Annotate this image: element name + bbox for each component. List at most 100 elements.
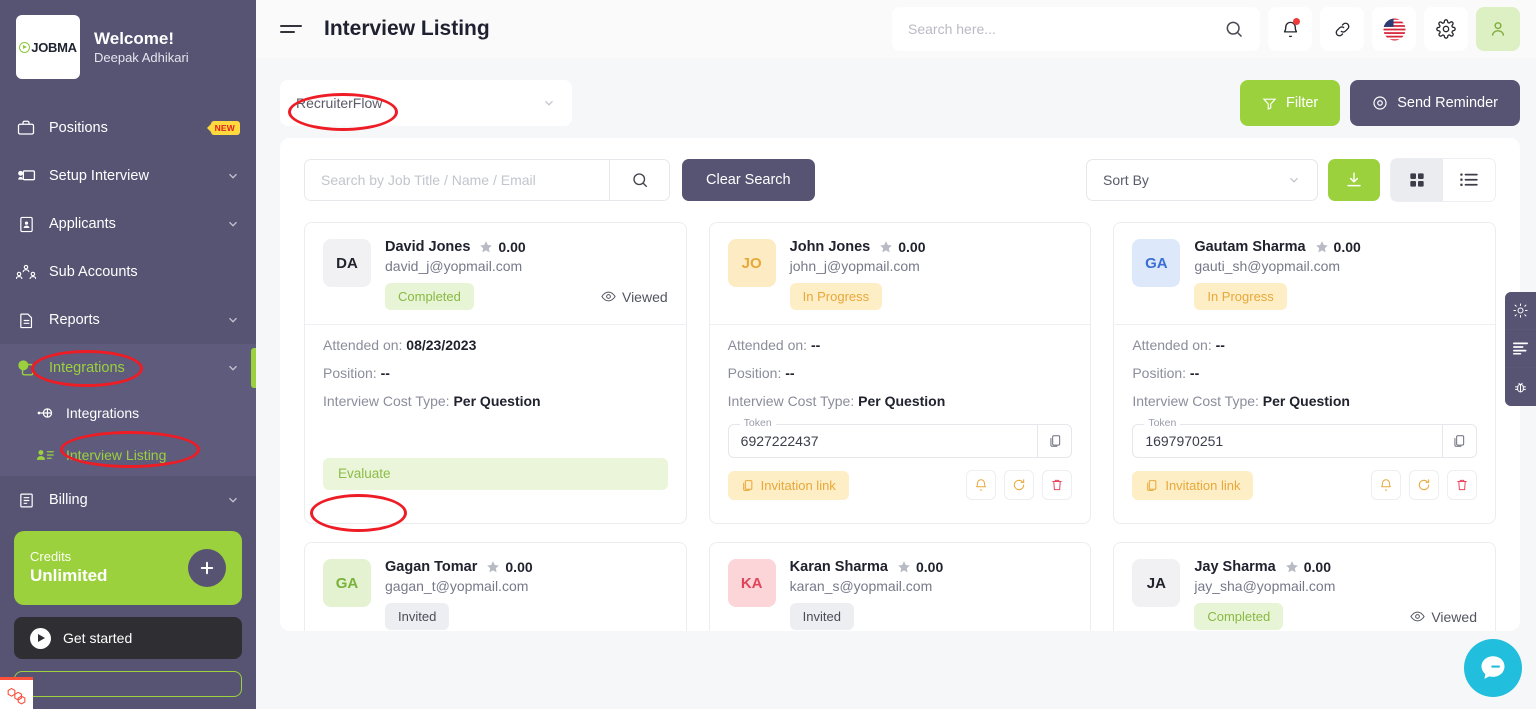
link-button[interactable] (1320, 7, 1364, 51)
token-value: 6927222437 (740, 433, 819, 449)
layout-lines-icon (1513, 342, 1528, 355)
resend-button[interactable] (1408, 470, 1439, 500)
sidebar-item-reports[interactable]: Reports (0, 296, 256, 344)
delete-button[interactable] (1446, 470, 1477, 500)
token-field[interactable]: Token 6927222437 (727, 418, 1073, 458)
interview-card[interactable]: GA Gagan Tomar 0.00 gagan_t@yopmail.com … (304, 542, 687, 631)
get-started-button[interactable]: Get started (14, 617, 242, 659)
download-button[interactable] (1328, 159, 1380, 201)
sidebar-item-label: Billing (49, 492, 88, 508)
sidebar-item-applicants[interactable]: Applicants (0, 200, 256, 248)
remind-button[interactable] (1370, 470, 1401, 500)
plug-icon (36, 404, 54, 422)
credits-card[interactable]: Credits Unlimited (14, 531, 242, 605)
right-side-rail (1505, 292, 1536, 406)
interview-card[interactable]: KA Karan Sharma 0.00 karan_s@yopmail.com… (708, 542, 1092, 631)
token-label: Token (1144, 418, 1181, 429)
clear-search-button[interactable]: Clear Search (682, 159, 815, 201)
grid-view-icon (1410, 173, 1424, 187)
sort-by-value: Sort By (1103, 172, 1149, 188)
grid-view-button[interactable] (1391, 159, 1443, 201)
listing-search-button[interactable] (609, 160, 669, 200)
candidate-name: John Jones (789, 239, 871, 255)
invitation-link-button[interactable]: Invitation link (727, 470, 849, 500)
star-icon (898, 561, 910, 573)
interview-card[interactable]: GA Gautam Sharma 0.00 gauti_sh@yopmail.c… (1113, 222, 1496, 524)
sidebar-subitem-integrations[interactable]: Integrations (0, 392, 256, 434)
remind-button[interactable] (966, 470, 997, 500)
rating: 0.00 (897, 559, 943, 575)
sidebar-subitem-label: Integrations (66, 405, 140, 421)
hamburger-icon[interactable] (280, 19, 306, 39)
copy-token-button[interactable] (1441, 425, 1476, 457)
list-view-button[interactable] (1443, 159, 1495, 201)
sidebar-subitem-interview-listing[interactable]: Interview Listing (0, 434, 256, 476)
copy-token-button[interactable] (1037, 425, 1071, 457)
sidebar-item-sub-accounts[interactable]: Sub Accounts (0, 248, 256, 296)
send-reminder-button[interactable]: Send Reminder (1350, 80, 1520, 126)
invitation-link-label: Invitation link (760, 477, 836, 493)
clear-search-label: Clear Search (706, 172, 791, 188)
integration-select[interactable]: RecruiterFlow (280, 80, 572, 126)
sidebar-item-label: Positions (49, 120, 108, 136)
chevron-down-icon (229, 497, 237, 503)
settings-button[interactable] (1424, 7, 1468, 51)
sort-by-select[interactable]: Sort By (1086, 159, 1318, 201)
token-label: Token (739, 418, 776, 429)
listing-search[interactable] (304, 159, 670, 201)
listing-search-input[interactable] (305, 160, 609, 200)
copy-icon (1454, 435, 1465, 447)
bell-icon (976, 479, 987, 491)
cost-type-row: Interview Cost Type: Per Question (1132, 394, 1477, 408)
position-row: Position: -- (728, 366, 1073, 380)
add-credits-button[interactable] (188, 549, 226, 587)
token-field[interactable]: Token 1697970251 (1132, 418, 1477, 458)
cost-type-row: Interview Cost Type: Per Question (728, 394, 1073, 408)
bug-icon (1515, 382, 1526, 392)
invitation-link-button[interactable]: Invitation link (1132, 470, 1254, 500)
cost-type-row: Interview Cost Type: Per Question (323, 394, 668, 408)
topbar-actions (892, 7, 1520, 51)
briefcase-icon (16, 118, 36, 138)
theme-toggle-button[interactable] (1505, 292, 1536, 330)
search-input[interactable] (908, 21, 1216, 37)
refresh-icon (1014, 479, 1025, 491)
language-button[interactable] (1372, 7, 1416, 51)
sidebar-item-setup-interview[interactable]: Setup Interview (0, 152, 256, 200)
filter-button[interactable]: Filter (1240, 80, 1341, 126)
listing-panel: Clear Search Sort By (280, 138, 1520, 631)
position-label: Position: (1132, 365, 1187, 381)
interview-card[interactable]: JA Jay Sharma 0.00 jay_sha@yopmail.com C… (1113, 542, 1496, 631)
cost-type-value: Per Question (453, 393, 541, 409)
profile-button[interactable] (1476, 7, 1520, 51)
global-search[interactable] (892, 7, 1260, 51)
chevron-down-icon (1290, 177, 1298, 183)
app-root: JOBMA Welcome! Deepak Adhikari Positions… (0, 0, 1536, 709)
logo-play-icon (19, 41, 31, 53)
delete-button[interactable] (1042, 470, 1073, 500)
sidebar-item-integrations[interactable]: Integrations (0, 344, 256, 392)
interview-card[interactable]: JO John Jones 0.00 john_j@yopmail.com In… (708, 222, 1092, 524)
chat-widget-button[interactable] (1464, 639, 1522, 697)
debug-button[interactable] (1505, 368, 1536, 406)
sidebar-item-positions[interactable]: Positions NEW (0, 104, 256, 152)
layout-settings-button[interactable] (1505, 330, 1536, 368)
avatar: DA (323, 239, 371, 287)
viewed-indicator: Viewed (1410, 609, 1477, 625)
search-icon (632, 173, 647, 188)
sidebar-item-billing[interactable]: Billing (0, 476, 256, 524)
resend-button[interactable] (1004, 470, 1035, 500)
laravel-debugbar-icon[interactable] (0, 677, 33, 709)
status-badge: Completed (1194, 603, 1284, 630)
sidebar-item-label: Applicants (49, 216, 116, 232)
attended-on-label: Attended on: (323, 337, 403, 353)
cost-type-label: Interview Cost Type: (323, 393, 450, 409)
sidebar-partial-card[interactable] (14, 671, 242, 697)
rating-value: 0.00 (1303, 559, 1331, 575)
interview-card[interactable]: DA David Jones 0.00 david_j@yopmail.com … (304, 222, 687, 524)
credits-value: Unlimited (30, 566, 108, 586)
card-actions: Invitation link (727, 470, 1073, 500)
notifications-button[interactable] (1268, 7, 1312, 51)
avatar: GA (323, 559, 371, 607)
evaluate-button[interactable]: Evaluate (323, 458, 668, 490)
